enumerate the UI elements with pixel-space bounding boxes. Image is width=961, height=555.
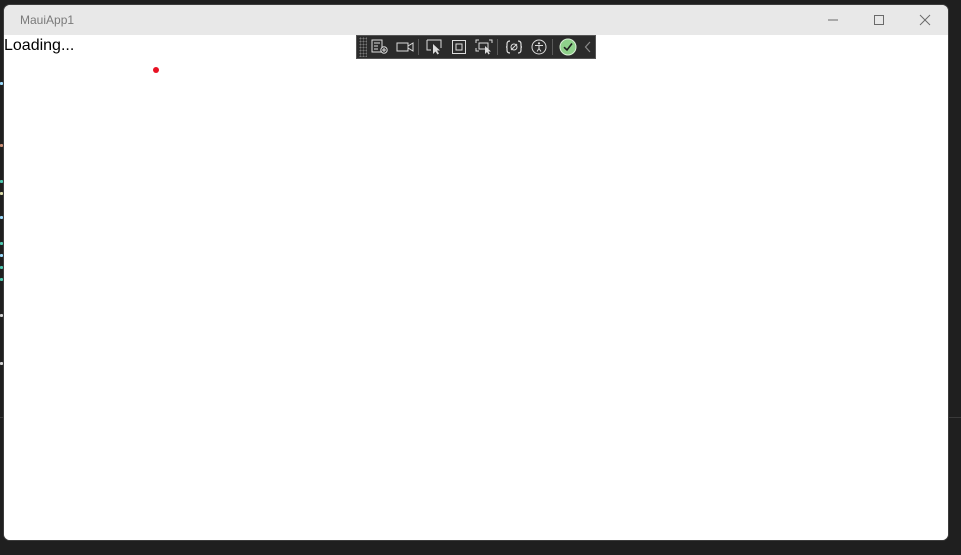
- track-focus-icon: [475, 39, 493, 55]
- collapse-toolbar-button[interactable]: [582, 36, 595, 58]
- maximize-button[interactable]: [856, 5, 902, 35]
- minimize-button[interactable]: [810, 5, 856, 35]
- display-layout-adorners-button[interactable]: [448, 36, 471, 58]
- app-window: MauiApp1 Loading...: [4, 5, 948, 540]
- chevron-left-icon: [585, 41, 591, 53]
- binding-failures-icon: [505, 40, 522, 54]
- title-bar[interactable]: MauiApp1: [4, 5, 948, 35]
- live-visual-tree-icon: [371, 39, 388, 54]
- scan-accessibility-button[interactable]: [527, 36, 550, 58]
- track-focused-element-button[interactable]: [473, 36, 496, 58]
- go-to-live-visual-tree-button[interactable]: [369, 36, 392, 58]
- video-camera-icon: [396, 42, 414, 52]
- accessibility-icon: [531, 39, 547, 55]
- background-divider: [948, 417, 961, 418]
- checkmark-circle-icon: [559, 38, 577, 56]
- select-element-icon: [426, 39, 441, 55]
- hot-reload-status-button[interactable]: [557, 36, 580, 58]
- close-button[interactable]: [902, 5, 948, 35]
- layout-adorners-icon: [452, 40, 467, 54]
- toolbar-grip[interactable]: [359, 37, 367, 57]
- maximize-icon: [874, 15, 884, 25]
- toolbar-separator: [497, 39, 499, 55]
- binding-failures-button[interactable]: [502, 36, 525, 58]
- toolbar-separator: [551, 39, 553, 55]
- minimize-icon: [828, 19, 838, 21]
- close-icon: [919, 14, 931, 26]
- select-element-button[interactable]: [423, 36, 446, 58]
- toolbar-separator: [418, 39, 420, 55]
- show-in-app-toolbar-button[interactable]: [393, 36, 416, 58]
- window-title: MauiApp1: [20, 13, 75, 27]
- app-content: Loading...: [4, 35, 948, 540]
- loading-label: Loading...: [4, 37, 75, 54]
- xaml-debug-toolbar: [356, 35, 596, 59]
- indicator-dot: [153, 67, 159, 73]
